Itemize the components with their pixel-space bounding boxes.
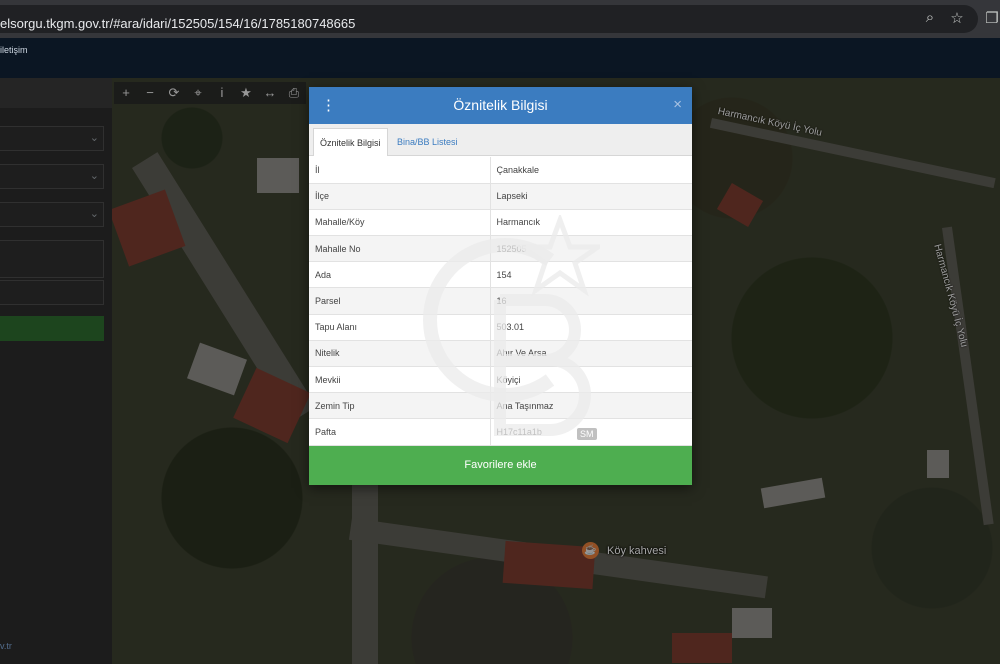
attribute-value: 503.01 xyxy=(490,314,692,341)
tab-bar: Öznitelik Bilgisi Bina/BB Listesi xyxy=(309,124,692,156)
attribute-key: Zemin Tip xyxy=(309,392,491,420)
attribute-value: 16 xyxy=(490,287,692,315)
add-favorite-button[interactable]: Favorilere ekle xyxy=(309,446,692,485)
attribute-row: Mevkii Köyiçi xyxy=(309,366,692,394)
attribute-key: Pafta xyxy=(309,418,491,446)
attribute-info-modal: ⋮ Öznitelik Bilgisi × Öznitelik Bilgisi … xyxy=(309,87,692,485)
attribute-row: Mahalle No 152505 xyxy=(309,235,692,263)
attribute-row: Nitelik Ahır Ve Arsa xyxy=(309,340,692,368)
attribute-value: Harmancık xyxy=(490,209,692,237)
tab-attributes[interactable]: Öznitelik Bilgisi xyxy=(313,128,388,156)
attribute-key: Mevkii xyxy=(309,366,491,394)
attribute-key: Mahalle/Köy xyxy=(309,209,491,237)
attribute-value: 154 xyxy=(490,261,692,289)
attribute-key: İl xyxy=(309,157,491,184)
modal-header: ⋮ Öznitelik Bilgisi × xyxy=(309,87,692,124)
url-text[interactable]: elsorgu.tkgm.gov.tr/#ara/idari/152505/15… xyxy=(0,16,355,31)
attribute-row: Parsel 16 xyxy=(309,287,692,315)
attribute-key: Nitelik xyxy=(309,340,491,368)
close-icon[interactable]: × xyxy=(673,96,682,113)
attribute-key: Mahalle No xyxy=(309,235,491,263)
attribute-row: Mahalle/Köy Harmancık xyxy=(309,209,692,237)
attribute-row: Tapu Alanı 503.01 xyxy=(309,314,692,341)
attribute-value: Çanakkale xyxy=(490,157,692,184)
attribute-value: 152505 xyxy=(490,235,692,263)
bookmark-star-icon[interactable]: ☆ xyxy=(947,9,967,27)
attribute-row: Pafta H17c11a1b xyxy=(309,418,692,446)
attribute-row: İl Çanakkale xyxy=(309,157,692,184)
attribute-row: Zemin Tip Ana Taşınmaz xyxy=(309,392,692,420)
extensions-icon[interactable]: ❐ xyxy=(982,9,1000,27)
attribute-key: İlçe xyxy=(309,183,491,210)
attribute-key: Parsel xyxy=(309,287,491,315)
attribute-value: Lapseki xyxy=(490,183,692,210)
watermark-badge: SM xyxy=(577,428,597,440)
attribute-table: İl Çanakkale İlçe Lapseki Mahalle/Köy Harmanc… xyxy=(309,157,692,446)
contact-link[interactable]: iletişim xyxy=(0,45,28,55)
zoom-icon[interactable]: ⌕ xyxy=(920,9,940,26)
site-header: iletişim xyxy=(0,38,1000,78)
attribute-key: Tapu Alanı xyxy=(309,314,491,341)
address-bar[interactable]: elsorgu.tkgm.gov.tr/#ara/idari/152505/15… xyxy=(0,5,978,33)
tab-building-list[interactable]: Bina/BB Listesi xyxy=(391,128,464,156)
attribute-row: İlçe Lapseki xyxy=(309,183,692,210)
attribute-value: Ahır Ve Arsa xyxy=(490,340,692,368)
browser-toolbar: elsorgu.tkgm.gov.tr/#ara/idari/152505/15… xyxy=(0,0,1000,38)
attribute-row: Ada 154 xyxy=(309,261,692,289)
attribute-value: Köyiçi xyxy=(490,366,692,394)
attribute-value: Ana Taşınmaz xyxy=(490,392,692,420)
modal-title: Öznitelik Bilgisi xyxy=(453,97,548,113)
attribute-key: Ada xyxy=(309,261,491,289)
